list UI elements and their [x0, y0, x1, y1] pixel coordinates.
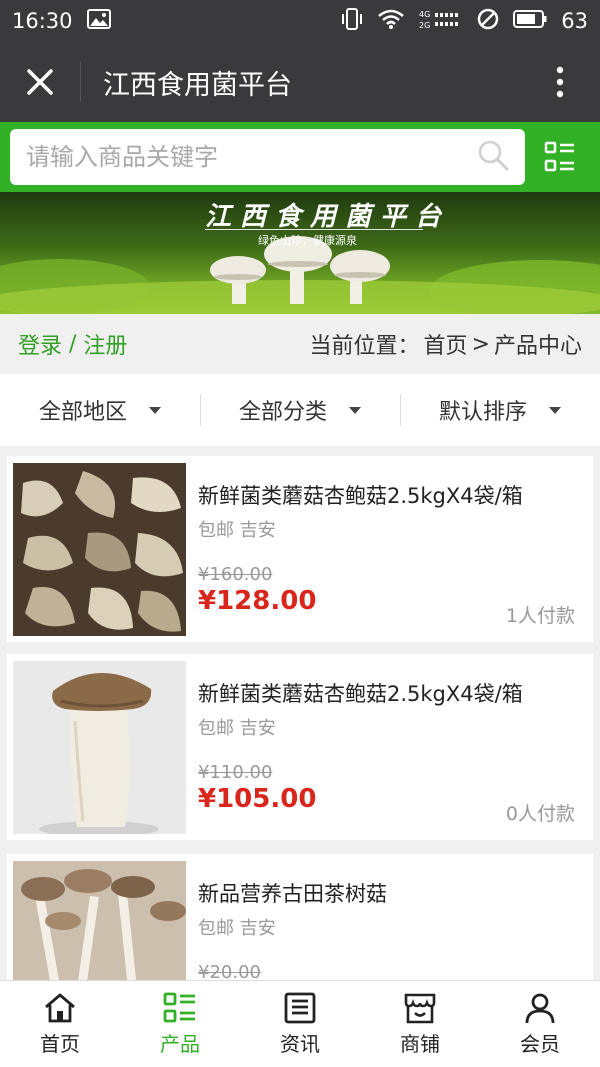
image-notification-icon [86, 8, 111, 34]
signal-icon: 4G 2G [419, 8, 463, 35]
product-price: ¥105.00 [198, 784, 317, 814]
product-paid-count: 0人付款 [505, 803, 575, 825]
caret-down-icon [549, 406, 561, 414]
close-button[interactable] [0, 42, 80, 122]
tab-shop-label: 商铺 [400, 1031, 440, 1056]
svg-text:4G: 4G [419, 10, 430, 19]
product-list: 新鲜菌类蘑菇杏鲍菇2.5kgX4袋/箱 包邮 吉安 ¥160.00 ¥128.0… [0, 446, 600, 980]
tab-products-label: 产品 [160, 1031, 200, 1056]
close-icon [27, 69, 53, 95]
tab-home[interactable]: 首页 [0, 981, 120, 1067]
search-bar [0, 122, 600, 192]
banner-divider [205, 229, 423, 230]
filter-sort-label: 默认排序 [438, 400, 527, 425]
tab-home-label: 首页 [40, 1031, 80, 1056]
filter-category-label: 全部分类 [238, 400, 327, 425]
grid-list-icon [545, 141, 575, 172]
product-image [13, 661, 186, 834]
banner[interactable]: 江西食用菌平台 绿色山珍，健康源泉 [0, 192, 600, 314]
product-card[interactable]: 新鲜菌类蘑菇杏鲍菇2.5kgX4袋/箱 包邮 吉安 ¥160.00 ¥128.0… [7, 456, 593, 642]
product-name: 新品营养古田茶树菇 [198, 882, 387, 906]
tab-shop[interactable]: 商铺 [360, 981, 480, 1067]
breadcrumb-home[interactable]: 首页 [424, 328, 468, 360]
breadcrumb-label: 当前位置： [309, 334, 420, 359]
product-original-price: ¥110.00 [198, 762, 273, 783]
battery-level: 63 [561, 9, 588, 33]
product-paid-count: 1人付款 [505, 605, 575, 627]
search-icon[interactable] [477, 139, 509, 175]
search-input[interactable] [26, 143, 477, 171]
filter-bar: 全部地区 全部分类 默认排序 [0, 374, 600, 446]
product-image [13, 463, 186, 636]
product-original-price: ¥20.00 [198, 962, 261, 980]
product-location: 吉安 [239, 918, 276, 939]
title-divider [80, 62, 81, 102]
product-original-price: ¥160.00 [198, 564, 273, 585]
product-location: 吉安 [239, 520, 276, 541]
product-meta: 包邮 吉安 [198, 714, 276, 740]
filter-region[interactable]: 全部地区 [0, 374, 200, 446]
product-price: ¥128.00 [198, 586, 317, 616]
bottom-tab-bar: 首页 产品 资讯 商铺 会员 [0, 980, 600, 1067]
product-meta: 包邮 吉安 [198, 914, 276, 940]
page-title: 江西食用菌平台 [103, 69, 292, 101]
news-icon [284, 992, 316, 1023]
tab-news-label: 资讯 [280, 1031, 320, 1056]
tab-member-label: 会员 [520, 1031, 560, 1056]
filter-sort[interactable]: 默认排序 [400, 374, 600, 446]
caret-down-icon [349, 406, 361, 414]
login-link[interactable]: 登录 [18, 328, 62, 360]
grid-list-icon [163, 992, 195, 1022]
product-shipping: 包邮 [198, 520, 234, 541]
shop-icon [404, 993, 436, 1023]
battery-icon [513, 9, 547, 33]
product-card[interactable]: 新品营养古田茶树菇 包邮 吉安 ¥20.00 [7, 854, 593, 980]
search-box [10, 129, 525, 185]
more-vertical-icon [556, 66, 564, 98]
breadcrumb-current: 产品中心 [493, 334, 582, 359]
breadcrumb-separator: > [471, 331, 490, 357]
product-name: 新鲜菌类蘑菇杏鲍菇2.5kgX4袋/箱 [198, 682, 523, 706]
banner-slogan: 绿色山珍，健康源泉 [258, 234, 357, 247]
wifi-icon [377, 8, 405, 35]
banner-title: 江西食用菌平台 [205, 202, 451, 232]
filter-category[interactable]: 全部分类 [200, 374, 400, 446]
register-link[interactable]: 注册 [83, 328, 127, 360]
product-name: 新鲜菌类蘑菇杏鲍菇2.5kgX4袋/箱 [198, 484, 523, 508]
no-disturb-icon [477, 8, 499, 35]
user-icon [525, 993, 555, 1023]
filter-region-label: 全部地区 [38, 400, 127, 425]
product-shipping: 包邮 [198, 918, 234, 939]
home-icon [45, 993, 75, 1022]
caret-down-icon [149, 406, 161, 414]
status-time: 16:30 [12, 9, 73, 33]
tab-member[interactable]: 会员 [480, 981, 600, 1067]
category-menu-button[interactable] [531, 129, 590, 185]
location-bar: 登录 / 注册 当前位置： 首页 > 产品中心 [0, 314, 600, 374]
product-shipping: 包邮 [198, 718, 234, 739]
product-location: 吉安 [239, 718, 276, 739]
tab-products[interactable]: 产品 [120, 981, 240, 1067]
login-separator: / [62, 331, 84, 357]
title-bar: 江西食用菌平台 [0, 42, 600, 122]
vibrate-icon [341, 7, 363, 36]
tab-news[interactable]: 资讯 [240, 981, 360, 1067]
breadcrumb: 当前位置： 首页 > 产品中心 [310, 328, 582, 360]
svg-text:2G: 2G [419, 21, 430, 30]
more-button[interactable] [520, 42, 600, 122]
product-meta: 包邮 吉安 [198, 516, 276, 542]
status-bar: 16:30 4G 2G 63 [0, 0, 600, 42]
product-image [13, 861, 186, 980]
product-card[interactable]: 新鲜菌类蘑菇杏鲍菇2.5kgX4袋/箱 包邮 吉安 ¥110.00 ¥105.0… [7, 654, 593, 840]
